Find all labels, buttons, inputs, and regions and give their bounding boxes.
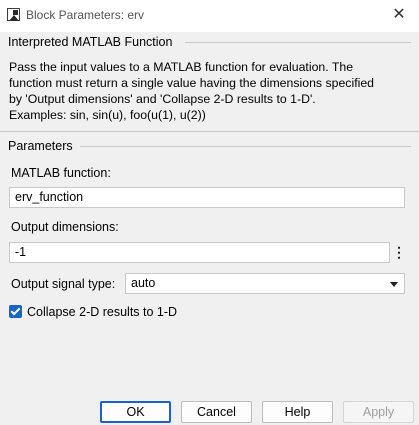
description-line: function must return a single value havi… bbox=[9, 76, 375, 90]
cancel-button[interactable]: Cancel bbox=[181, 401, 252, 423]
block-type-heading: Interpreted MATLAB Function bbox=[8, 35, 173, 49]
description-line: Examples: sin, sin(u), foo(u(1), u(2)) bbox=[9, 108, 206, 122]
output-dimensions-input[interactable]: -1 bbox=[9, 242, 390, 263]
simulink-block-icon bbox=[7, 8, 20, 21]
parameters-divider bbox=[80, 146, 411, 147]
parameters-heading: Parameters bbox=[8, 139, 73, 153]
title-bar: Block Parameters: erv ✕ bbox=[0, 0, 419, 32]
window-title: Block Parameters: erv bbox=[26, 8, 145, 22]
more-options-icon[interactable]: ⋮ bbox=[392, 242, 406, 263]
chevron-down-icon bbox=[390, 282, 398, 287]
output-dimensions-label: Output dimensions: bbox=[11, 220, 119, 234]
section-divider bbox=[0, 131, 419, 132]
select-value: auto bbox=[131, 276, 156, 290]
block-description: Pass the input values to a MATLAB functi… bbox=[9, 59, 411, 123]
description-line: by 'Output dimensions' and 'Collapse 2-D… bbox=[9, 92, 316, 106]
matlab-function-label: MATLAB function: bbox=[11, 166, 111, 180]
ok-button[interactable]: OK bbox=[100, 401, 171, 423]
description-line: Pass the input values to a MATLAB functi… bbox=[9, 60, 354, 74]
close-icon[interactable]: ✕ bbox=[388, 4, 410, 26]
collapse-checkbox-label[interactable]: Collapse 2-D results to 1-D bbox=[27, 305, 177, 319]
apply-button[interactable]: Apply bbox=[343, 401, 414, 423]
heading-divider bbox=[185, 42, 411, 43]
collapse-checkbox[interactable] bbox=[9, 305, 22, 318]
matlab-function-input[interactable]: erv_function bbox=[9, 187, 405, 208]
output-signal-type-label: Output signal type: bbox=[11, 277, 116, 291]
output-signal-type-select[interactable]: auto bbox=[125, 273, 405, 294]
help-button[interactable]: Help bbox=[262, 401, 333, 423]
